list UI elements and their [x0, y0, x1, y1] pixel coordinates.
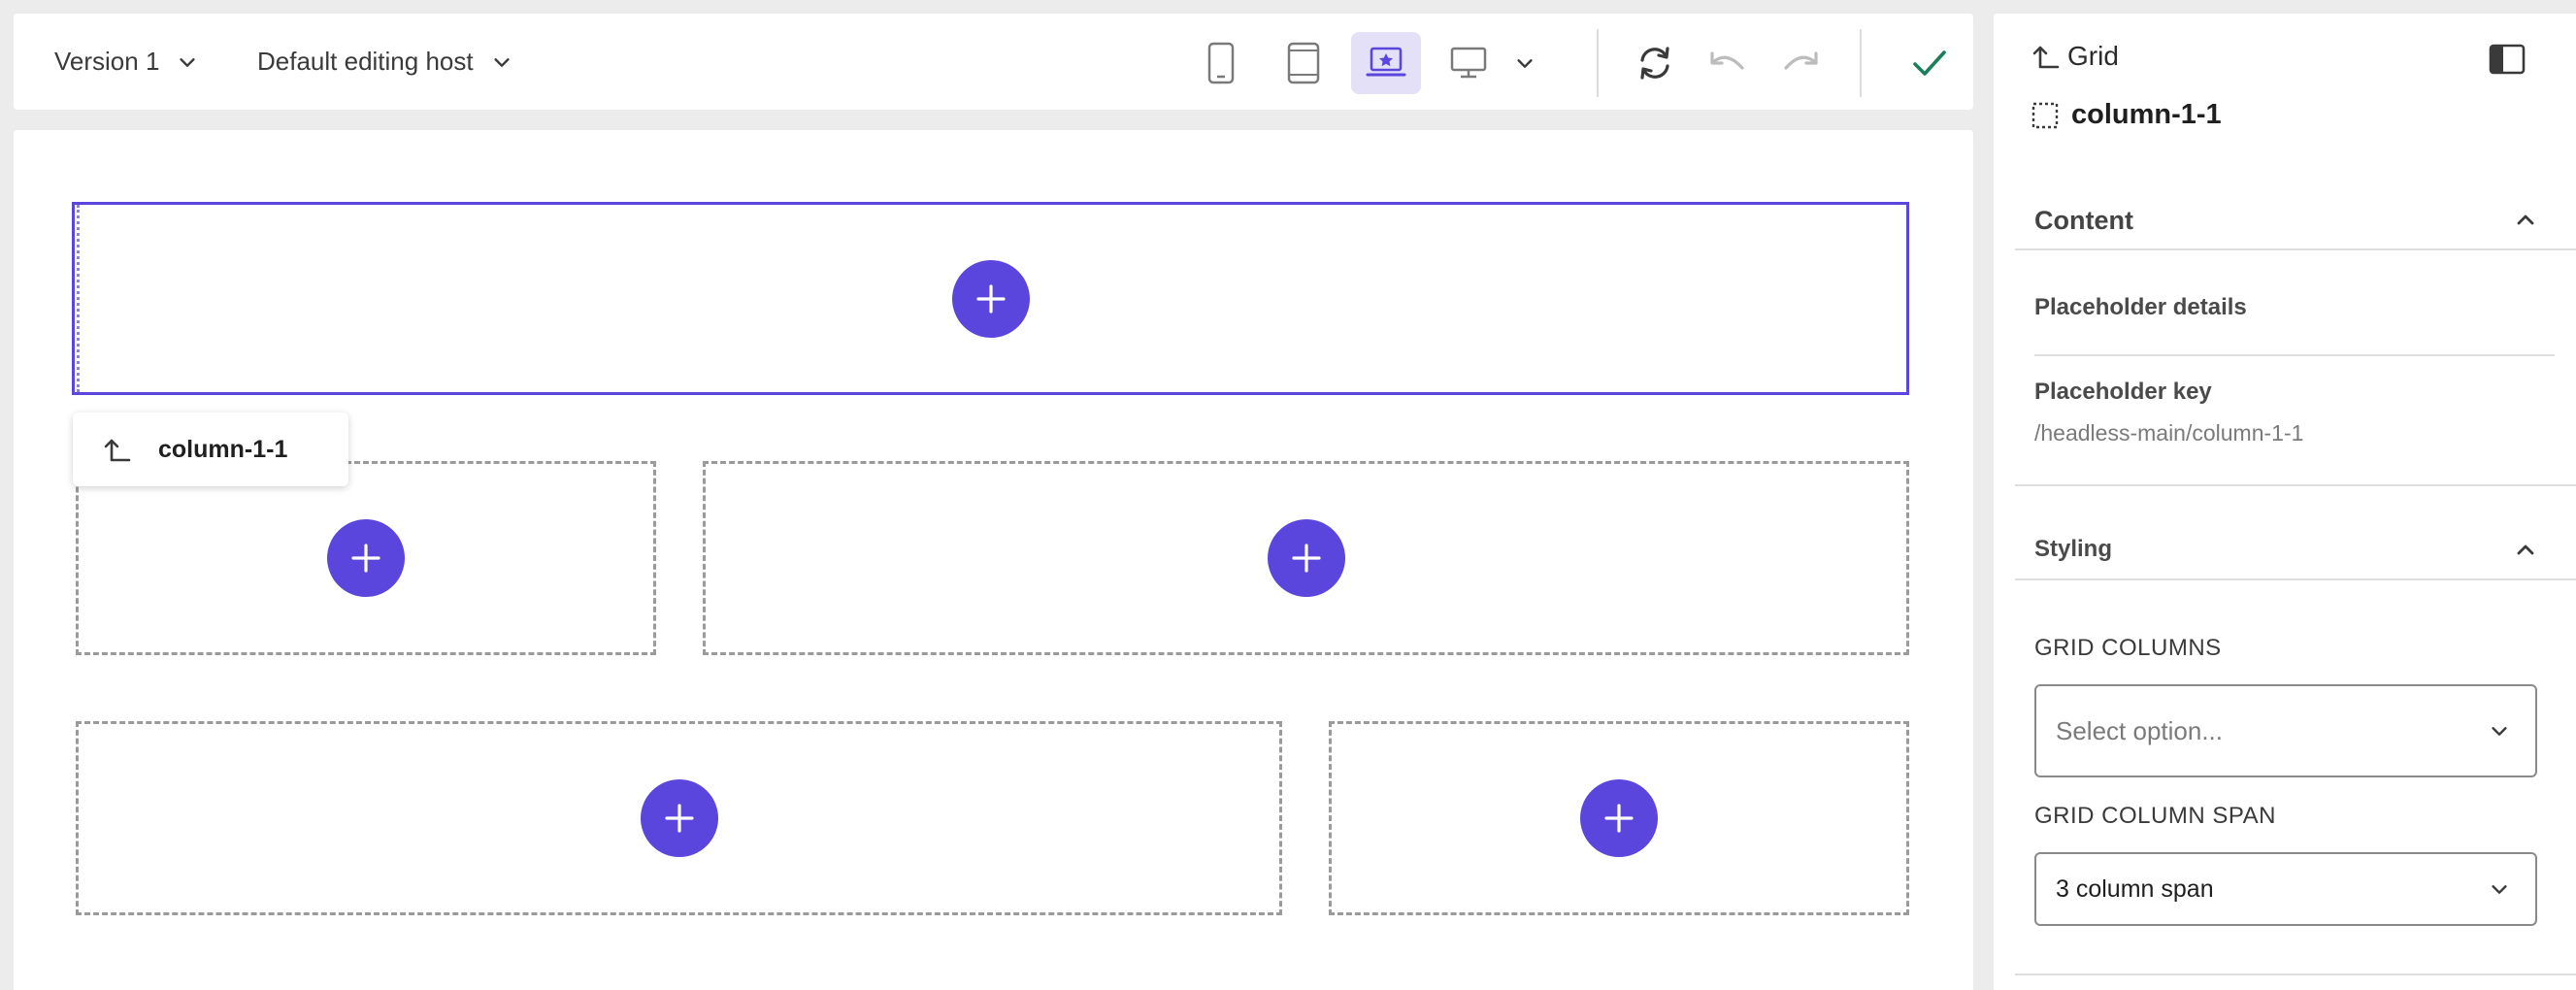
plus-icon — [664, 804, 694, 833]
undo-button[interactable] — [1693, 32, 1763, 94]
redo-icon — [1784, 51, 1818, 70]
chevron-down-icon — [2492, 885, 2507, 894]
properties-panel: Grid column-1-1 Content Placeholder deta… — [1994, 14, 2576, 990]
device-mobile-button[interactable] — [1186, 32, 1256, 94]
page-canvas: column-1-1 — [14, 130, 1973, 990]
editing-host-dropdown[interactable]: Default editing host — [257, 14, 512, 110]
confirm-button[interactable] — [1895, 32, 1965, 94]
chip-label: column-1-1 — [158, 435, 288, 463]
section-divider — [2015, 974, 2576, 975]
check-icon — [1913, 50, 1946, 76]
section-divider — [2015, 578, 2576, 580]
device-desktop-button[interactable] — [1434, 32, 1503, 94]
device-laptop-button[interactable] — [1351, 32, 1421, 94]
toolbar-divider — [1860, 29, 1862, 97]
undo-icon — [1710, 51, 1744, 70]
chevron-down-icon — [2492, 727, 2507, 736]
placeholder-row-2-left[interactable] — [76, 461, 656, 655]
section-divider — [2015, 248, 2576, 250]
plus-icon — [1291, 544, 1321, 573]
inner-divider — [2034, 354, 2555, 356]
refresh-button[interactable] — [1620, 32, 1690, 94]
parent-label: Grid — [2067, 41, 2119, 71]
top-toolbar: Version 1 Default editing host — [14, 14, 1973, 110]
grid-column-span-label: GRID COLUMN SPAN — [2034, 803, 2276, 829]
plus-icon — [975, 283, 1006, 314]
add-component-button[interactable] — [1580, 779, 1658, 857]
add-component-button[interactable] — [951, 259, 1030, 338]
device-tablet-button[interactable] — [1269, 32, 1338, 94]
placeholder-row-3-right[interactable] — [1329, 721, 1909, 915]
placeholder-row-2-right[interactable] — [703, 461, 1909, 655]
grid-columns-label: GRID COLUMNS — [2034, 635, 2222, 661]
styling-section-title: Styling — [2034, 536, 2113, 562]
add-component-button[interactable] — [327, 519, 405, 597]
grid-column-span-select[interactable]: 3 column span — [2034, 852, 2537, 926]
mobile-icon — [1207, 42, 1235, 84]
styling-section-toggle[interactable]: Styling — [2034, 522, 2539, 577]
select-parent-icon — [2032, 46, 2060, 69]
placeholder-key-value: /headless-main/column-1-1 — [2034, 420, 2304, 446]
chevron-up-icon — [2517, 214, 2534, 225]
plus-icon — [1604, 804, 1634, 833]
selected-component-chip[interactable]: column-1-1 — [73, 412, 348, 486]
placeholder-details-heading: Placeholder details — [2034, 294, 2247, 320]
component-title: column-1-1 — [2071, 99, 2222, 130]
add-component-button[interactable] — [1267, 519, 1345, 597]
parent-link[interactable]: Grid — [2031, 41, 2119, 72]
editing-host-label: Default editing host — [257, 47, 474, 76]
chevron-down-icon — [1517, 59, 1533, 68]
chevron-down-icon — [493, 57, 510, 67]
toggle-panel-button[interactable] — [2489, 43, 2526, 81]
desktop-icon — [1450, 47, 1487, 79]
component-header: column-1-1 — [2031, 99, 2222, 131]
grid-column-span-value: 3 column span — [2056, 874, 2214, 903]
placeholder-column-1-1[interactable] — [72, 202, 1909, 395]
laptop-icon — [1366, 47, 1406, 77]
placeholder-icon — [2031, 102, 2059, 128]
redo-button[interactable] — [1766, 32, 1835, 94]
chevron-up-icon — [2517, 544, 2534, 555]
sidebar-toggle-icon — [2489, 44, 2526, 75]
device-more-button[interactable] — [1499, 32, 1551, 94]
grid-columns-placeholder: Select option... — [2056, 715, 2223, 745]
toolbar-divider — [1597, 29, 1599, 97]
version-label: Version 1 — [54, 47, 160, 76]
content-section-title: Content — [2034, 206, 2133, 235]
chevron-down-icon — [180, 57, 196, 67]
refresh-icon — [1640, 47, 1669, 80]
tablet-icon — [1287, 42, 1320, 84]
version-dropdown[interactable]: Version 1 — [54, 14, 198, 110]
grid-columns-select[interactable]: Select option... — [2034, 684, 2537, 777]
placeholder-row-3-left[interactable] — [76, 721, 1282, 915]
section-divider — [2015, 484, 2576, 486]
add-component-button[interactable] — [640, 779, 718, 857]
content-section-toggle[interactable]: Content — [2034, 192, 2539, 247]
select-parent-icon — [104, 439, 131, 462]
placeholder-key-label: Placeholder key — [2034, 379, 2212, 405]
plus-icon — [351, 544, 380, 573]
